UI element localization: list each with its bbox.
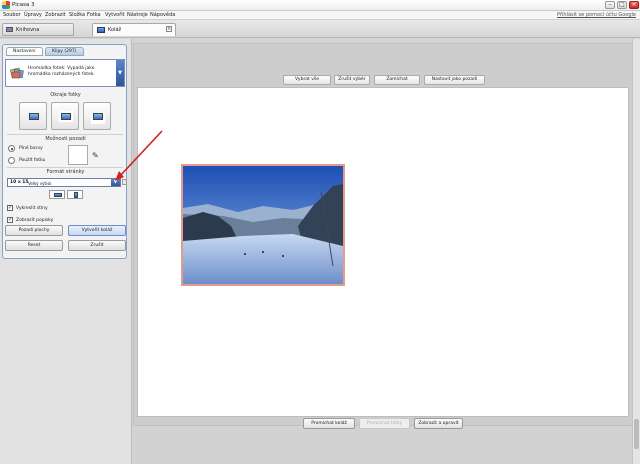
menu-tools[interactable]: Nástroje bbox=[127, 12, 148, 18]
menu-file[interactable]: Soubor bbox=[3, 12, 21, 18]
menu-edit[interactable]: Úpravy bbox=[24, 12, 42, 18]
scrollbar-thumb[interactable] bbox=[634, 419, 639, 449]
tab-settings[interactable]: Nastavení bbox=[6, 47, 43, 56]
close-tab-icon[interactable]: × bbox=[166, 26, 172, 32]
clear-button[interactable]: Zrušit bbox=[68, 240, 126, 251]
menu-create[interactable]: Vytvořit bbox=[105, 12, 125, 18]
maximize-button[interactable]: □ bbox=[617, 1, 627, 9]
menu-bar: Soubor Úpravy Zobrazit Složka Fotka Vytv… bbox=[0, 11, 640, 20]
edge-style-border-button[interactable] bbox=[51, 102, 79, 130]
title-bar: Picasa 3 – □ × bbox=[0, 0, 640, 11]
background-color-swatch[interactable] bbox=[68, 145, 88, 165]
library-icon bbox=[6, 27, 13, 32]
reset-button[interactable]: Reset bbox=[5, 240, 63, 251]
collage-settings-panel: Nastavení Klipy (297) Hromádka fotek: Vy… bbox=[0, 39, 132, 464]
page-format-select[interactable]: 10 x 15 Velký výtisk ▼ bbox=[7, 178, 121, 187]
photo-edge-icon bbox=[93, 113, 103, 120]
photo-pile-icon bbox=[10, 67, 24, 79]
page-format-value: 10 x 15 bbox=[10, 180, 29, 185]
library-tab[interactable]: Knihovna bbox=[2, 23, 74, 36]
set-as-background-button[interactable]: Nastavit jako pozadí bbox=[424, 75, 485, 85]
checkbox[interactable]: ✓ bbox=[7, 205, 13, 211]
menu-view[interactable]: Zobrazit bbox=[45, 12, 66, 18]
collage-type-select[interactable]: Hromádka fotek: Vypadá jako hromádka roz… bbox=[5, 59, 125, 87]
bottom-bar bbox=[133, 428, 633, 464]
photo-edge-icon bbox=[29, 113, 39, 120]
checkbox[interactable]: ✓ bbox=[7, 217, 13, 223]
radio-solid-color-label: Plné barvy bbox=[19, 146, 43, 151]
photo-edge-icon bbox=[59, 111, 73, 122]
draw-shadows-label: Vykreslit stíny bbox=[16, 206, 48, 211]
edge-style-plain-button[interactable] bbox=[19, 102, 47, 130]
minimize-button[interactable]: – bbox=[605, 1, 615, 9]
select-all-button[interactable]: Vybrat vše bbox=[283, 75, 331, 85]
radio-button-off[interactable] bbox=[8, 157, 15, 164]
portrait-icon bbox=[74, 192, 78, 198]
lock-icon[interactable] bbox=[122, 179, 127, 185]
shuffle-collage-button[interactable]: Promíchat koláž bbox=[303, 418, 355, 429]
view-and-edit-button[interactable]: Zobrazit a upravit bbox=[414, 418, 463, 429]
create-collage-button[interactable]: Vytvořit koláž bbox=[68, 225, 126, 236]
menu-folder[interactable]: Složka bbox=[69, 12, 85, 18]
background-options-title: Možnosti pozadí bbox=[45, 136, 86, 142]
collage-photo[interactable] bbox=[181, 164, 345, 286]
divider bbox=[7, 134, 123, 135]
chevron-down-icon[interactable]: ▼ bbox=[116, 60, 124, 86]
menu-photo[interactable]: Fotka bbox=[87, 12, 101, 18]
landscape-icon bbox=[54, 193, 62, 197]
library-tab-label: Knihovna bbox=[16, 27, 40, 33]
photo-edges-title: Okraje fotky bbox=[50, 92, 81, 98]
collage-type-text: Hromádka fotek: Vypadá jako hromádka roz… bbox=[28, 66, 95, 77]
desktop-background-button[interactable]: Pozadí plochy bbox=[5, 225, 63, 236]
shuffle-photos-button: Promíchat fotky bbox=[359, 418, 410, 429]
show-captions-label: Zobrazit popisky bbox=[16, 218, 54, 223]
google-signin-link[interactable]: Přihlásit se pomocí účtu Google bbox=[557, 12, 636, 18]
tab-clips[interactable]: Klipy (297) bbox=[45, 47, 84, 56]
shuffle-button[interactable]: Zamíchat bbox=[374, 75, 420, 85]
collage-icon bbox=[97, 27, 105, 33]
collage-tab-label: Koláž bbox=[108, 27, 122, 33]
tab-strip: Knihovna Koláž × bbox=[0, 20, 640, 38]
menu-help[interactable]: Nápověda bbox=[150, 12, 175, 18]
page-format-title: Formát stránky bbox=[46, 169, 85, 175]
close-button[interactable]: × bbox=[629, 1, 639, 9]
page-format-sub: Velký výtisk bbox=[28, 180, 52, 186]
chevron-down-icon[interactable]: ▼ bbox=[111, 179, 120, 186]
divider bbox=[7, 167, 123, 168]
portrait-button[interactable] bbox=[67, 190, 83, 199]
window-title: Picasa 3 bbox=[12, 2, 35, 8]
edge-style-polaroid-button[interactable] bbox=[83, 102, 111, 130]
collage-tab[interactable]: Koláž × bbox=[92, 23, 176, 36]
ski-slope-photo bbox=[183, 166, 343, 284]
vertical-scrollbar[interactable] bbox=[632, 39, 640, 464]
landscape-button[interactable] bbox=[49, 190, 65, 199]
picasa-icon bbox=[2, 1, 10, 9]
eyedropper-icon[interactable]: ✎ bbox=[92, 151, 99, 160]
radio-button-on[interactable] bbox=[8, 145, 15, 152]
radio-use-image-label: Použít fotku bbox=[19, 158, 46, 163]
clear-selection-button[interactable]: Zrušit výběr bbox=[334, 75, 370, 85]
